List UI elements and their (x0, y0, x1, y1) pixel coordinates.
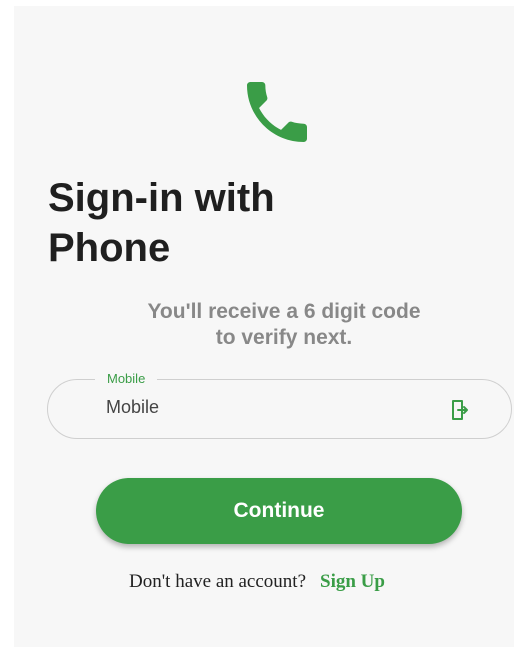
signup-link[interactable]: Sign Up (320, 571, 385, 592)
page-subtitle: You'll receive a 6 digit code to verify … (147, 300, 421, 349)
signup-prompt: Don't have an account? Sign Up (0, 570, 514, 594)
phone-login-icon[interactable] (447, 398, 471, 422)
page-title: Sign-in with Phone (48, 173, 468, 273)
page-title-text: Sign-in with Phone (48, 176, 275, 270)
phone-icon (247, 82, 307, 142)
mobile-field-label: Mobile (95, 371, 158, 387)
mobile-field[interactable]: Mobile (47, 371, 512, 439)
mobile-input[interactable] (106, 397, 426, 418)
signin-screen: Sign-in with Phone You'll receive a 6 di… (14, 6, 514, 647)
continue-button[interactable]: Continue (96, 478, 462, 544)
signup-prompt-text: Don't have an account? (129, 571, 307, 592)
